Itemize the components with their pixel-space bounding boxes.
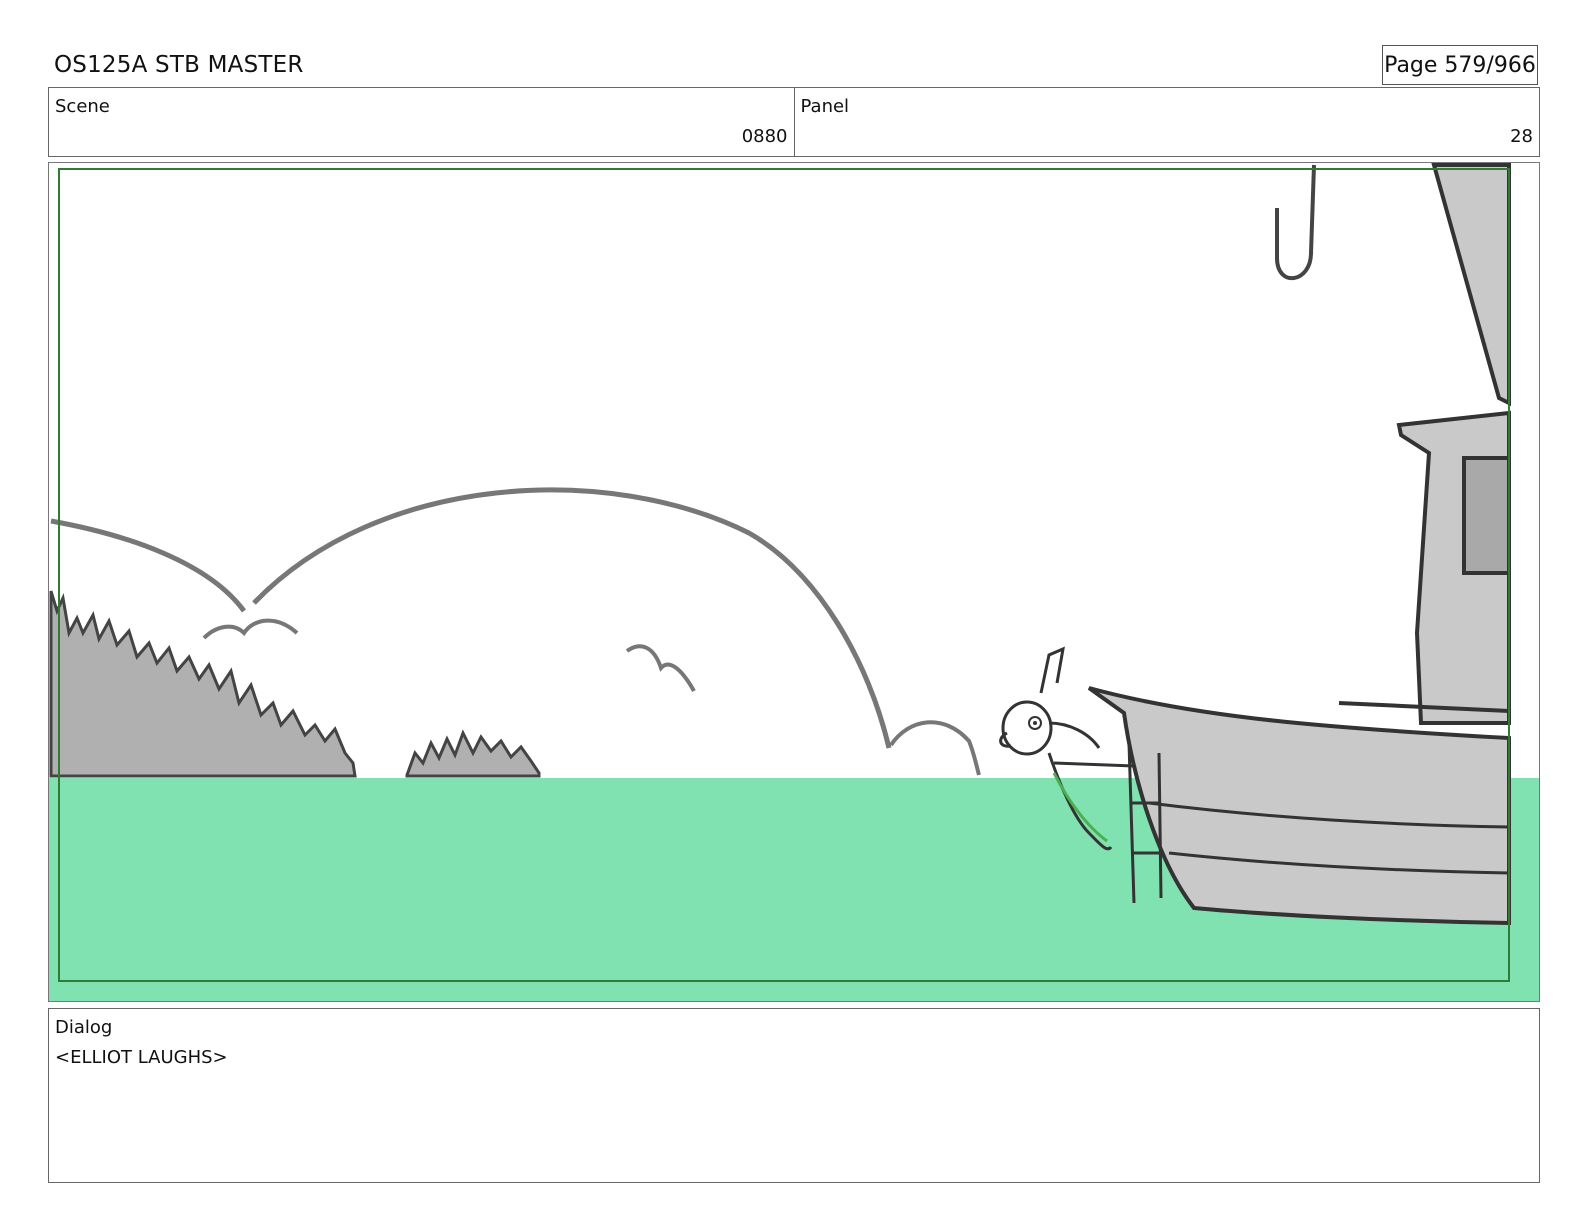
seagull-1 bbox=[202, 618, 299, 640]
dialog-box: Dialog <ELLIOT LAUGHS> bbox=[48, 1008, 1540, 1183]
small-tree-island bbox=[405, 729, 541, 778]
dialog-text: <ELLIOT LAUGHS> bbox=[55, 1047, 228, 1068]
panel-number: 28 bbox=[1510, 126, 1533, 147]
scene-number: 0880 bbox=[741, 126, 788, 147]
document-title: OS125A STB MASTER bbox=[54, 52, 304, 78]
storyboard-sketch bbox=[49, 163, 1539, 1001]
panel-label: Panel bbox=[800, 96, 850, 117]
scene-cell: Scene 0880 bbox=[49, 88, 794, 156]
seagull-2 bbox=[625, 644, 696, 692]
arch-hill-line bbox=[252, 487, 892, 749]
cabin-window bbox=[1462, 456, 1511, 575]
wave-splash bbox=[889, 720, 981, 776]
panel-cell: Panel 28 bbox=[793, 88, 1540, 156]
scene-panel-info: Scene 0880 Panel 28 bbox=[48, 87, 1540, 157]
boat-sail bbox=[1431, 163, 1511, 407]
hanging-hook bbox=[1275, 164, 1316, 280]
scene-label: Scene bbox=[55, 96, 110, 117]
left-tree-island bbox=[49, 590, 357, 778]
left-hill-line bbox=[50, 518, 247, 613]
storyboard-frame bbox=[48, 162, 1540, 1002]
page-number: Page 579/966 bbox=[1382, 45, 1538, 85]
dialog-label: Dialog bbox=[55, 1017, 113, 1038]
